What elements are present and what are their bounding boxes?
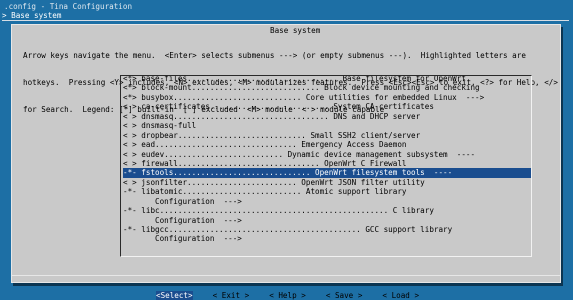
menu-item[interactable]: < > ca-certificates.....................… [123,102,531,111]
menu-item-label: dropbear............................ Sma… [141,130,421,140]
menu-item[interactable]: -*- libatomic.......................... … [123,187,531,196]
menu-item-label: block-mount............................ … [141,83,480,93]
menu-item[interactable]: < > eudev.......................... Dyna… [123,150,531,159]
menu-item-state: < > [123,140,137,150]
menu-item-label: Configuration ---> [141,196,242,206]
window-title: .config - Tina Configuration [4,2,133,11]
menu-item-label: libc....................................… [141,206,434,216]
menu-item-state: < > [123,102,137,112]
menu-item[interactable]: < > jsonfilter........................ O… [123,178,531,187]
menu-item-state: < > [123,111,137,121]
menu-item-state: -*- [123,225,137,234]
menu-item-state: -*- [123,206,137,216]
menu-item[interactable]: < > dropbear............................… [123,131,531,140]
menu-item-state: <*> [123,92,137,102]
menu-item-label: eudev.......................... Dynamic … [141,149,476,159]
menu-item[interactable]: < > firewall............................… [123,159,531,168]
menu-item-label: fstools.............................. Op… [141,168,453,178]
menu-item-state: -*- [123,187,137,197]
menu-list-box: <*> base-files..........................… [120,75,532,257]
menu-item-state: < > [123,149,137,159]
menu-item-state: -*- [123,168,137,178]
menu-item-label: ca-certificates.........................… [141,102,434,112]
menuconfig-dialog: Base system Arrow keys navigate the menu… [11,24,561,300]
divider [12,275,560,276]
menu-item[interactable]: <*> block-mount.........................… [123,83,531,92]
menu-item[interactable]: Configuration ---> [123,216,531,225]
menu-item[interactable]: Configuration ---> [123,197,531,206]
menu-item[interactable]: -*- libc................................… [123,206,531,215]
menu-item[interactable]: < > dnsmasq.............................… [123,112,531,121]
menu-item[interactable]: -*- fstools.............................… [123,168,531,178]
menu-item-state: < > [123,121,137,131]
menu-item[interactable]: <*> base-files..........................… [123,75,531,83]
menu-item-state: < > [123,177,137,187]
menu-item-label: Configuration ---> [141,215,242,225]
menu-list: <*> base-files..........................… [123,75,531,244]
menu-item-label: ead............................... Emerg… [141,140,407,150]
menu-item-label: Configuration ---> [141,234,242,244]
menu-item[interactable]: Configuration ---> [123,234,531,243]
menu-item-state: <*> [123,75,137,83]
menu-item-state: <*> [123,83,137,93]
menu-item-label: firewall............................... … [141,158,407,168]
menu-item-label: dnsmasq.................................… [141,111,421,121]
menu-item-label: base-files..............................… [141,75,466,83]
help-line: Arrow keys navigate the menu. <Enter> se… [23,51,526,60]
menu-item[interactable]: < > dnsmasq-full [123,121,531,130]
menu-item-label: libatomic.......................... Atom… [141,187,407,197]
menu-item-state: < > [123,158,137,168]
menu-item[interactable]: <*> busybox............................ … [123,93,531,102]
menu-item[interactable]: -*- libgcc..............................… [123,225,531,234]
menu-item-label: libgcc..................................… [141,225,453,234]
menu-item-state: < > [123,130,137,140]
menu-item-label: dnsmasq-full [141,121,197,131]
menu-item-label: jsonfilter........................ OpenW… [141,177,425,187]
menu-item[interactable]: < > ead............................... E… [123,140,531,149]
menu-item-label: busybox............................ Core… [141,92,485,102]
